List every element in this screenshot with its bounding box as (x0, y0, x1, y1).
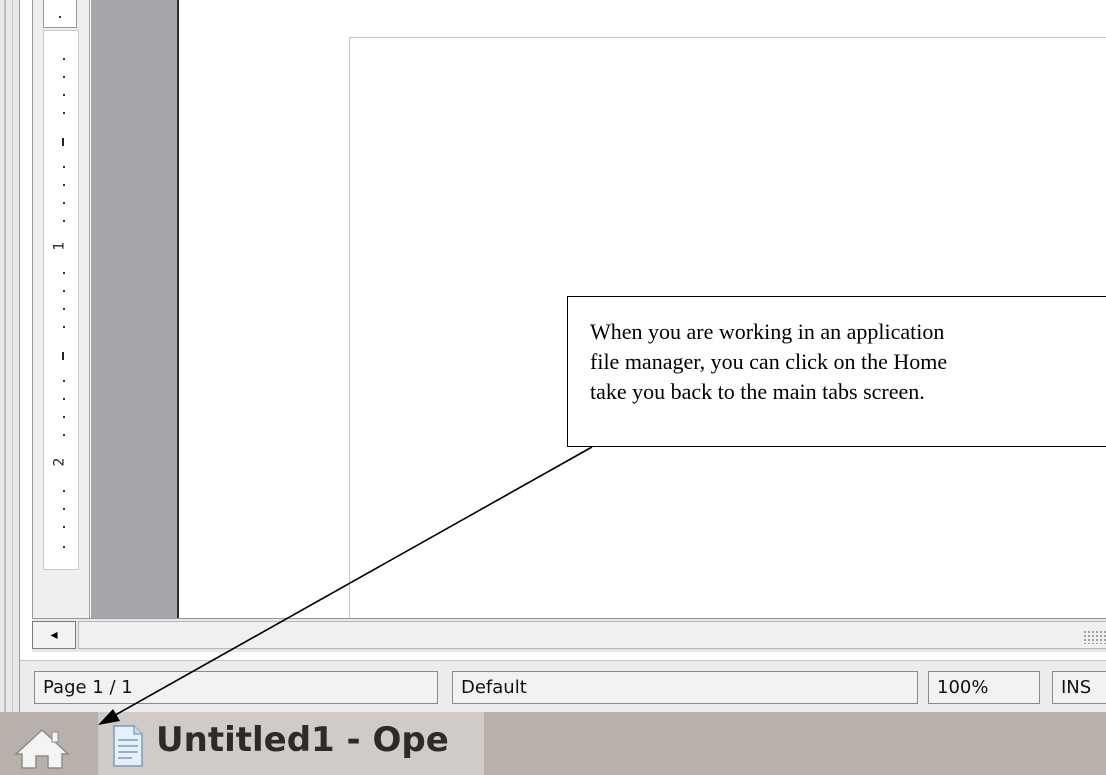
callout-arrow (98, 446, 593, 725)
